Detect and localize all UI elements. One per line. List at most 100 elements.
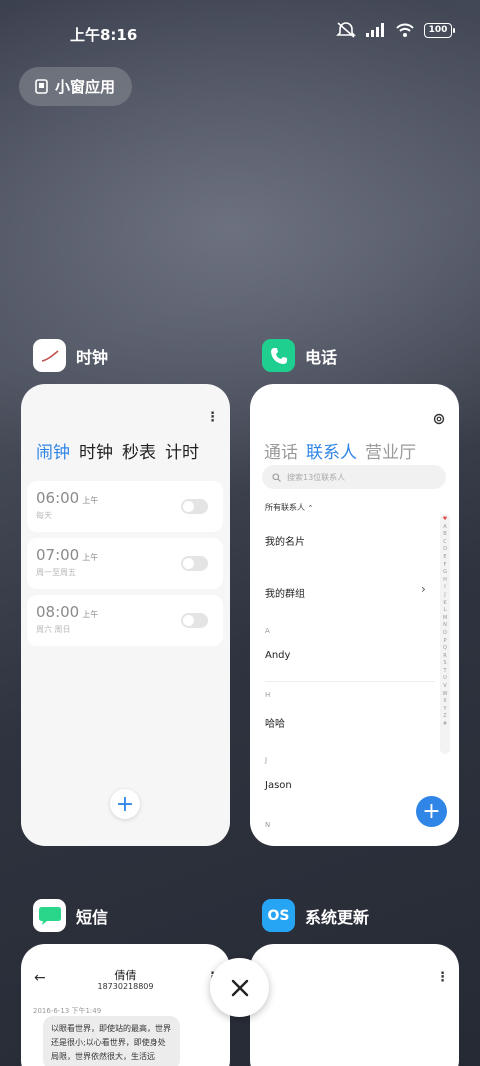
alphabet-index-letter[interactable]: S <box>443 660 446 668</box>
alphabet-index-letter[interactable]: M <box>443 615 447 623</box>
floating-windows-button[interactable]: 小窗应用 <box>19 67 132 106</box>
alarm-repeat: 每天 <box>36 511 52 520</box>
alarm-item[interactable]: 08:00 上午 周六 周日 <box>27 595 223 646</box>
contact-item[interactable]: 哈哈 <box>265 715 285 730</box>
contact-search-input[interactable]: 搜索13位联系人 <box>262 465 446 489</box>
clear-all-button[interactable] <box>210 958 269 1017</box>
tab-service-hall[interactable]: 营业厅 <box>365 438 416 463</box>
alarm-repeat: 周六 周日 <box>36 625 71 634</box>
update-app-icon: OS <box>262 899 295 932</box>
sms-app-icon <box>33 899 66 932</box>
phone-app-title: 电话 <box>305 347 338 367</box>
contact-item[interactable]: Jason <box>265 780 292 791</box>
tab-stopwatch[interactable]: 秒表 <box>122 438 156 463</box>
phone-app-card[interactable]: 通话 联系人 营业厅 搜索13位联系人 所有联系人 ⌃ 我的名片 我的群组 › … <box>250 384 459 846</box>
signal-icon <box>366 23 384 37</box>
status-icons: 100 <box>336 22 455 38</box>
section-letter: N <box>265 821 271 829</box>
status-time: 上午8:16 <box>70 26 138 44</box>
tab-alarm[interactable]: 闹钟 <box>36 438 70 463</box>
contact-item[interactable]: Andy <box>265 650 290 661</box>
more-options-icon[interactable]: ⋮ <box>436 970 449 985</box>
sms-contact-name: 倩倩 <box>114 969 137 982</box>
alphabet-index-letter[interactable]: # <box>443 721 447 729</box>
alphabet-index-letter[interactable]: Q <box>443 645 447 653</box>
alphabet-index-letter[interactable]: F <box>444 562 447 570</box>
battery-icon: 100 <box>424 22 455 38</box>
alphabet-index-letter[interactable]: K <box>443 600 446 608</box>
alphabet-index-letter[interactable]: R <box>443 653 446 661</box>
alphabet-index-letter[interactable]: V <box>443 683 446 691</box>
alphabet-index-letter[interactable]: P <box>443 638 446 646</box>
contact-filter[interactable]: 所有联系人 ⌃ <box>265 502 313 513</box>
alarm-item[interactable]: 07:00 上午 周一至周五 <box>27 538 223 589</box>
alphabet-index-letter[interactable]: J <box>444 592 445 600</box>
clock-tabs: 闹钟 时钟 秒表 计时 <box>36 438 199 463</box>
tab-contacts[interactable]: 联系人 <box>306 438 357 463</box>
divider <box>265 681 435 682</box>
mute-icon <box>336 22 356 38</box>
tab-clock[interactable]: 时钟 <box>79 438 113 463</box>
alarm-ampm: 上午 <box>82 610 99 619</box>
sms-date: 2016-6-13 下午1:49 <box>33 1007 102 1015</box>
section-letter: A <box>265 627 270 635</box>
alphabet-index-letter[interactable]: A <box>443 524 446 532</box>
alphabet-index[interactable]: ♥ A B C D E F G H I J K L M N O P Q R S T U V W X Y Z # <box>440 514 450 754</box>
alarm-repeat: 周一至周五 <box>36 568 76 577</box>
alarm-ampm: 上午 <box>82 553 99 562</box>
my-card-item[interactable]: 我的名片 <box>265 533 305 548</box>
settings-icon[interactable] <box>433 413 445 425</box>
chevron-right-icon: › <box>421 582 426 596</box>
close-icon <box>231 979 248 996</box>
alarm-ampm: 上午 <box>82 496 99 505</box>
tab-timer[interactable]: 计时 <box>165 438 199 463</box>
alphabet-index-letter[interactable]: ♥ <box>443 516 447 524</box>
alphabet-index-letter[interactable]: Y <box>443 706 446 714</box>
chevron-updown-icon: ⌃ <box>307 504 314 512</box>
phone-app-icon <box>262 339 295 372</box>
alphabet-index-letter[interactable]: Z <box>443 713 446 721</box>
alarm-item[interactable]: 06:00 上午 每天 <box>27 481 223 532</box>
phone-app-header[interactable]: 电话 <box>262 339 337 372</box>
sms-app-card[interactable]: ← 倩倩 18730218809 ⋮ 2016-6-13 下午1:49 以眼看世… <box>21 944 230 1066</box>
alphabet-index-letter[interactable]: L <box>444 607 447 615</box>
alphabet-index-letter[interactable]: O <box>443 630 447 638</box>
floating-window-icon <box>35 79 48 94</box>
alphabet-index-letter[interactable]: G <box>443 569 447 577</box>
my-groups-item[interactable]: 我的群组 <box>265 585 305 600</box>
clock-app-header[interactable]: 时钟 <box>33 339 108 372</box>
alphabet-index-letter[interactable]: B <box>443 531 446 539</box>
clock-app-title: 时钟 <box>76 347 109 367</box>
alphabet-index-letter[interactable]: I <box>444 584 445 592</box>
alphabet-index-letter[interactable]: U <box>443 675 447 683</box>
alarm-time: 06:00 <box>36 489 80 507</box>
alphabet-index-letter[interactable]: W <box>443 691 448 699</box>
search-icon <box>272 472 281 482</box>
alarm-time: 08:00 <box>36 603 80 621</box>
alphabet-index-letter[interactable]: N <box>443 622 447 630</box>
search-placeholder: 搜索13位联系人 <box>287 472 346 482</box>
alphabet-index-letter[interactable]: D <box>443 546 447 554</box>
alphabet-index-letter[interactable]: H <box>443 577 447 585</box>
tab-calls[interactable]: 通话 <box>264 438 298 463</box>
section-letter: H <box>265 691 271 699</box>
alarm-time: 07:00 <box>36 546 80 564</box>
alphabet-index-letter[interactable]: T <box>443 668 446 676</box>
clock-app-card[interactable]: ⋮ 闹钟 时钟 秒表 计时 06:00 上午 每天 07:00 上午 周一至周五 0… <box>21 384 230 846</box>
add-alarm-button[interactable]: + <box>110 789 140 819</box>
floating-windows-label: 小窗应用 <box>55 78 116 96</box>
add-contact-button[interactable]: + <box>416 796 447 827</box>
update-app-card[interactable]: ⋮ <box>250 944 459 1066</box>
sms-contact-number: 18730218809 <box>97 982 154 991</box>
alphabet-index-letter[interactable]: E <box>443 554 446 562</box>
alarm-toggle[interactable] <box>181 613 208 628</box>
update-app-header[interactable]: OS 系统更新 <box>262 899 369 932</box>
alarm-toggle[interactable] <box>181 556 208 571</box>
phone-tabs: 通话 联系人 营业厅 <box>264 438 416 463</box>
sms-message-bubble[interactable]: 以眼看世界，即使站的最高，世界还是很小;以心看世界，即使身处局限，世界依然很大，… <box>43 1016 180 1066</box>
sms-app-header[interactable]: 短信 <box>33 899 108 932</box>
alphabet-index-letter[interactable]: C <box>443 539 447 547</box>
alarm-toggle[interactable] <box>181 499 208 514</box>
more-options-icon[interactable]: ⋮ <box>206 410 219 425</box>
alphabet-index-letter[interactable]: X <box>443 698 446 706</box>
